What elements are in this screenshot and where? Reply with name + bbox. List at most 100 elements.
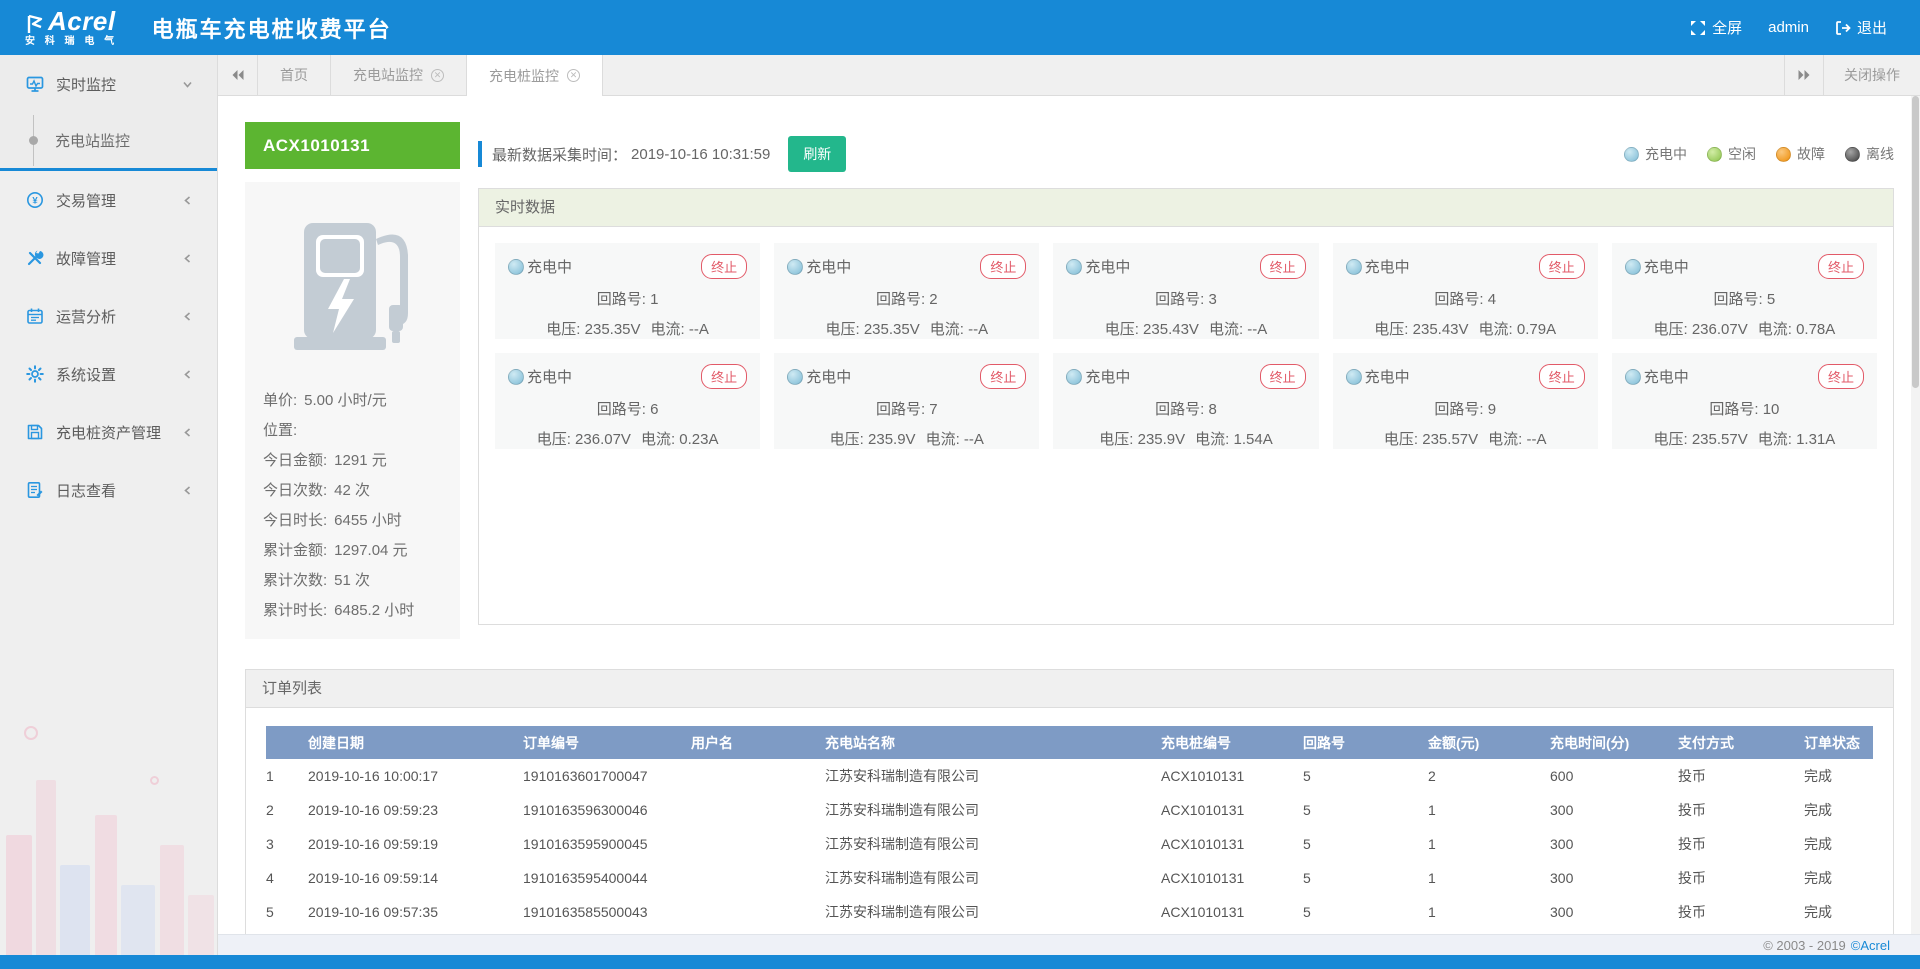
amount: 1 <box>1428 861 1550 895</box>
terminate-button[interactable]: 终止 <box>1818 254 1864 279</box>
terminate-button[interactable]: 终止 <box>1818 364 1864 389</box>
charging-pile-icon <box>263 212 446 362</box>
sidebar-item-analytics[interactable]: 运营分析 <box>0 287 217 345</box>
circuit-card: 充电中终止 回路号: 2 电压: 235.35V电流: --A <box>774 243 1039 339</box>
realtime-panel-title: 实时数据 <box>479 189 1893 227</box>
voltage-current: 电压: 236.07V电流: 0.23A <box>508 428 747 449</box>
footer: © 2003 - 2019 ©Acrel <box>218 934 1920 955</box>
sidebar-item-assets[interactable]: 充电桩资产管理 <box>0 403 217 461</box>
charging-status-icon <box>1346 369 1362 385</box>
sidebar-item-faults[interactable]: 故障管理 <box>0 229 217 287</box>
station-stats: 单价:5.00 小时/元 位置: 今日金额:1291 元 今日次数:42 次 今… <box>263 384 446 624</box>
sidebar-item-settings[interactable]: 系统设置 <box>0 345 217 403</box>
order-row[interactable]: 1 2019-10-16 10:00:17 1910163601700047 江… <box>266 759 1873 793</box>
voltage-current: 电压: 235.57V电流: --A <box>1346 428 1585 449</box>
logout-icon <box>1835 20 1851 36</box>
close-operations-menu[interactable]: 关闭操作 <box>1824 55 1920 95</box>
close-tab-icon[interactable]: ✕ <box>431 69 444 82</box>
order-status: 完成 <box>1804 895 1873 929</box>
order-date: 2019-10-16 09:59:14 <box>308 861 523 895</box>
idle-dot-icon <box>1707 147 1722 162</box>
col-header-index <box>266 726 308 759</box>
close-tab-icon[interactable]: ✕ <box>567 69 580 82</box>
acrel-flag-icon <box>25 14 45 34</box>
order-user <box>691 895 825 929</box>
cityscape-decoration <box>0 695 217 955</box>
tab-pile-monitor[interactable]: 充电桩监控 ✕ <box>467 55 603 96</box>
terminate-button[interactable]: 终止 <box>1539 254 1585 279</box>
col-header-circuit-no: 回路号 <box>1303 726 1428 759</box>
col-header-pay-method: 支付方式 <box>1678 726 1804 759</box>
terminate-button[interactable]: 终止 <box>1539 364 1585 389</box>
station-name: 江苏安科瑞制造有限公司 <box>825 793 1161 827</box>
vertical-scrollbar[interactable] <box>1911 96 1920 934</box>
legend-idle: 空闲 <box>1707 144 1756 164</box>
tab-station-monitor[interactable]: 充电站监控 ✕ <box>331 55 467 95</box>
sidebar-item-realtime-monitor[interactable]: 实时监控 <box>0 55 217 113</box>
pay-method: 投币 <box>1678 793 1804 827</box>
logout-button[interactable]: 退出 <box>1827 17 1895 38</box>
order-row[interactable]: 3 2019-10-16 09:59:19 1910163595900045 江… <box>266 827 1873 861</box>
main-content: ACX1010131 <box>218 96 1920 934</box>
username: admin <box>1768 19 1809 36</box>
charging-status-icon <box>787 259 803 275</box>
circuit-number: 回路号: 2 <box>787 288 1026 309</box>
fullscreen-button[interactable]: 全屏 <box>1682 17 1750 38</box>
terminate-button[interactable]: 终止 <box>1260 254 1306 279</box>
order-row[interactable]: 2 2019-10-16 09:59:23 1910163596300046 江… <box>266 793 1873 827</box>
brand-link[interactable]: ©Acrel <box>1851 938 1890 953</box>
amount: 1 <box>1428 793 1550 827</box>
tabs-scroll-left-button[interactable] <box>218 55 258 95</box>
sidebar-item-label: 系统设置 <box>56 364 116 385</box>
gear-icon <box>26 365 44 383</box>
fullscreen-icon <box>1690 20 1706 36</box>
col-header-username: 用户名 <box>691 726 825 759</box>
refresh-button[interactable]: 刷新 <box>788 136 846 172</box>
circuit-number: 回路号: 9 <box>1346 398 1585 419</box>
offline-dot-icon <box>1845 147 1860 162</box>
circuit-card: 充电中终止 回路号: 4 电压: 235.43V电流: 0.79A <box>1333 243 1598 339</box>
charging-status-icon <box>508 369 524 385</box>
user-menu[interactable]: admin <box>1760 19 1817 36</box>
order-row[interactable]: 5 2019-10-16 09:57:35 1910163585500043 江… <box>266 895 1873 929</box>
terminate-button[interactable]: 终止 <box>980 364 1026 389</box>
scrollbar-thumb[interactable] <box>1912 96 1919 388</box>
charging-status-icon <box>1066 259 1082 275</box>
order-date: 2019-10-16 10:00:17 <box>308 759 523 793</box>
sidebar: 实时监控 充电站监控 ¥ 交易管理 故障管理 <box>0 55 218 955</box>
orders-header-row: 创建日期 订单编号 用户名 充电站名称 充电桩编号 回路号 金额(元) 充电时间… <box>266 726 1873 759</box>
voltage-current: 电压: 235.43V电流: --A <box>1066 318 1305 339</box>
tree-dot-icon <box>29 136 38 145</box>
terminate-button[interactable]: 终止 <box>980 254 1026 279</box>
order-user <box>691 827 825 861</box>
tab-home[interactable]: 首页 <box>258 55 331 95</box>
chevron-left-icon <box>182 195 193 206</box>
monitor-column: 最新数据采集时间： 2019-10-16 10:31:59 刷新 充电中 空闲 … <box>478 122 1894 639</box>
voltage-current: 电压: 235.9V电流: 1.54A <box>1066 428 1305 449</box>
tabs-scroll-right-button[interactable] <box>1784 55 1824 95</box>
circuit-number: 回路号: 5 <box>1625 288 1864 309</box>
sidebar-item-logs[interactable]: 日志查看 <box>0 461 217 519</box>
order-date: 2019-10-16 09:59:23 <box>308 793 523 827</box>
charging-status-icon <box>508 259 524 275</box>
status-legend: 充电中 空闲 故障 离线 <box>1624 144 1894 164</box>
order-index: 5 <box>266 895 308 929</box>
sidebar-item-station-monitor[interactable]: 充电站监控 <box>0 113 217 168</box>
tools-icon <box>26 249 44 267</box>
circuit-number: 回路号: 3 <box>1066 288 1305 309</box>
voltage-current: 电压: 235.57V电流: 1.31A <box>1625 428 1864 449</box>
header-actions: 全屏 admin 退出 <box>1682 17 1895 38</box>
pay-method: 投币 <box>1678 759 1804 793</box>
collect-info-bar: 最新数据采集时间： 2019-10-16 10:31:59 刷新 充电中 空闲 … <box>478 136 1894 172</box>
terminate-button[interactable]: 终止 <box>1260 364 1306 389</box>
sidebar-item-transactions[interactable]: ¥ 交易管理 <box>0 171 217 229</box>
page-title: 电瓶车充电桩收费平台 <box>152 12 392 44</box>
stat-today-duration: 今日时长:6455 小时 <box>263 504 446 534</box>
terminate-button[interactable]: 终止 <box>701 254 747 279</box>
transaction-icon: ¥ <box>26 191 44 209</box>
terminate-button[interactable]: 终止 <box>701 364 747 389</box>
charge-minutes: 300 <box>1550 895 1678 929</box>
charging-status-icon <box>1066 369 1082 385</box>
order-row[interactable]: 4 2019-10-16 09:59:14 1910163595400044 江… <box>266 861 1873 895</box>
circuit-no: 5 <box>1303 895 1428 929</box>
